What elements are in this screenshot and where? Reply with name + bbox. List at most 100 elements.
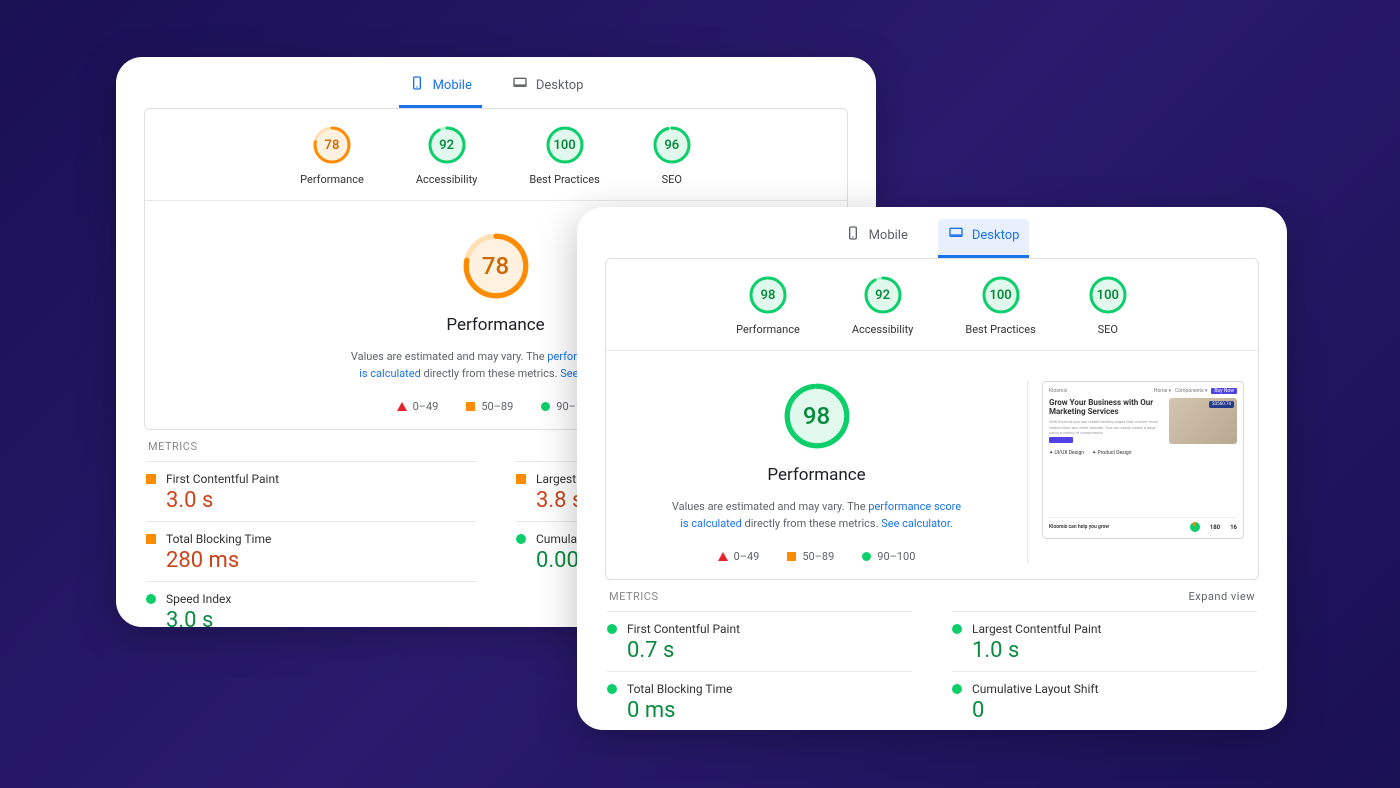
device-tabs: Mobile Desktop [577,207,1287,258]
performance-gauge-column: 98 Performance Values are estimated and … [606,381,1028,563]
score-label: Best Practices [529,173,599,186]
lighthouse-report-desktop: Mobile Desktop 98 Performance 92 [577,207,1287,730]
metric-name: Total Blocking Time [627,682,732,696]
performance-big-gauge: 98 [782,381,852,451]
score-legend: 0–49 50–89 90–100 [397,400,595,413]
tab-mobile-label: Mobile [869,228,908,243]
page-screenshot-thumbnail[interactable]: KloomixHome ▾Components ▾Buy Now Grow Yo… [1042,381,1244,539]
score-label: Best Practices [965,323,1035,336]
score-summary-row: 98 Performance 92 Accessibility 100 Best… [606,259,1258,351]
legend-average: 50–89 [466,400,513,413]
score-legend: 0–49 50–89 90–100 [718,550,916,563]
score-accessibility[interactable]: 92 Accessibility [416,125,478,186]
metric-name: First Contentful Paint [166,472,279,486]
metric-first-contentful-paint[interactable]: First Contentful Paint 3.0 s [146,461,476,521]
metric-name: Largest Contentful Paint [972,622,1101,636]
score-gauge: 78 [312,125,352,165]
metric-name: First Contentful Paint [627,622,740,636]
triangle-icon [397,402,407,411]
device-tabs: Mobile Desktop [116,57,876,108]
tab-desktop[interactable]: Desktop [938,219,1030,258]
triangle-icon [718,552,728,561]
legend-fail: 0–49 [718,550,760,563]
performance-big-value: 98 [782,381,852,451]
tab-desktop[interactable]: Desktop [502,69,594,108]
metric-name: Cumulative Layout Shift [972,682,1099,696]
circle-icon [607,624,617,634]
score-label: Performance [736,323,800,336]
calculator-link[interactable]: See calculator [881,517,950,530]
score-label: Accessibility [852,323,914,336]
metric-name: Total Blocking Time [166,532,271,546]
score-gauge: 92 [863,275,903,315]
metric-value: 1.0 s [972,638,1257,663]
performance-section: 98 Performance Values are estimated and … [606,351,1258,579]
circle-icon [862,552,871,561]
circle-icon [516,534,526,544]
metric-value: 0.7 s [627,638,912,663]
square-icon [146,474,156,484]
score-performance[interactable]: 98 Performance [736,275,800,336]
score-gauge: 100 [545,125,585,165]
metric-value: 3.0 s [166,608,476,627]
score-label: SEO [1098,323,1118,336]
metric-total-blocking-time[interactable]: Total Blocking Time 280 ms [146,521,476,581]
circle-icon [541,402,550,411]
score-accessibility[interactable]: 92 Accessibility [852,275,914,336]
mobile-icon [409,75,425,95]
square-icon [787,552,796,561]
metric-largest-contentful-paint[interactable]: Largest Contentful Paint 1.0 s [952,611,1257,671]
score-performance[interactable]: 78 Performance [300,125,364,186]
metrics-header: METRICS Expand view [607,580,1257,611]
score-gauge: 92 [427,125,467,165]
score-gauge: 98 [748,275,788,315]
score-gauge: 100 [981,275,1021,315]
score-label: SEO [662,173,682,186]
circle-icon [952,624,962,634]
report-panel: 98 Performance 92 Accessibility 100 Best… [605,258,1259,580]
mobile-icon [845,225,861,245]
expand-view-link[interactable]: Expand view [1189,590,1255,603]
score-seo[interactable]: 100 SEO [1088,275,1128,336]
score-seo[interactable]: 96 SEO [652,125,692,186]
circle-icon [146,594,156,604]
desktop-icon [948,225,964,245]
legend-pass: 90–100 [862,550,915,563]
tab-mobile[interactable]: Mobile [835,219,918,258]
circle-icon [607,684,617,694]
desktop-icon [512,75,528,95]
tab-mobile-label: Mobile [433,78,472,93]
score-gauge: 100 [1088,275,1128,315]
score-summary-row: 78 Performance 92 Accessibility 100 Best… [145,109,847,201]
circle-icon [952,684,962,694]
performance-title: Performance [446,315,544,335]
metrics-grid: First Contentful Paint 0.7 s Largest Con… [607,611,1257,730]
performance-big-gauge: 78 [461,231,531,301]
score-gauge: 96 [652,125,692,165]
metric-value: 0 ms [627,698,912,723]
screenshot-column: KloomixHome ▾Components ▾Buy Now Grow Yo… [1028,381,1258,563]
legend-average: 50–89 [787,550,834,563]
metric-name: Speed Index [166,592,231,606]
tab-mobile[interactable]: Mobile [399,69,482,108]
metric-total-blocking-time[interactable]: Total Blocking Time 0 ms [607,671,912,730]
tab-desktop-label: Desktop [972,228,1020,243]
tab-desktop-label: Desktop [536,78,584,93]
metric-cumulative-layout-shift[interactable]: Cumulative Layout Shift 0 [952,671,1257,730]
square-icon [466,402,475,411]
metric-speed-index[interactable]: Speed Index 3.0 s [146,581,476,627]
score-best-practices[interactable]: 100 Best Practices [529,125,599,186]
metric-first-contentful-paint[interactable]: First Contentful Paint 0.7 s [607,611,912,671]
performance-title: Performance [767,465,865,485]
performance-big-value: 78 [461,231,531,301]
score-label: Accessibility [416,173,478,186]
square-icon [516,474,526,484]
square-icon [146,534,156,544]
metrics-label: METRICS [148,440,198,453]
metric-value: 3.0 s [166,488,476,513]
metrics-label: METRICS [609,590,659,603]
hero-image: $3560.74 [1169,398,1237,444]
legend-fail: 0–49 [397,400,439,413]
performance-description: Values are estimated and may vary. The p… [667,499,967,532]
score-best-practices[interactable]: 100 Best Practices [965,275,1035,336]
